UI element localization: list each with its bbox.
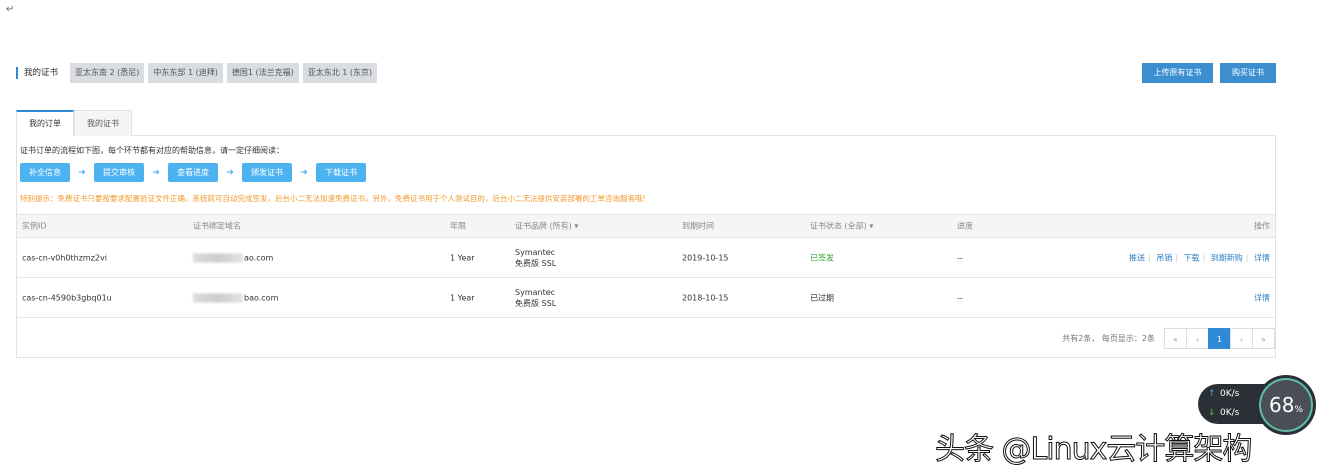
last-page-button[interactable]: » xyxy=(1252,328,1275,349)
col-actions: 操作 xyxy=(1254,221,1270,231)
progress: -- xyxy=(957,253,963,262)
period: 1 Year xyxy=(450,253,475,262)
memory-percent: 68 xyxy=(1268,393,1295,417)
progress: -- xyxy=(957,293,963,302)
tabs: 我的订单 我的证书 xyxy=(16,110,132,136)
flow-intro: 证书订单的流程如下图，每个环节都有对应的帮助信息，请一定仔细阅读： xyxy=(20,146,284,155)
next-page-button[interactable]: › xyxy=(1230,328,1253,349)
tab-my-orders[interactable]: 我的订单 xyxy=(16,110,74,136)
row-actions: 推送 | 吊销 | 下载 | 到期新购 | 详情 xyxy=(1129,253,1270,262)
step-issue-cert[interactable]: 颁发证书 xyxy=(242,163,292,182)
arrow-right-icon: ➜ xyxy=(78,167,86,178)
watermark: 头条 @Linux云计算架构 xyxy=(934,432,1252,468)
details-link[interactable]: 详情 xyxy=(1254,253,1270,262)
download-speed: 0K/s xyxy=(1220,408,1240,418)
table-header: 实例ID 证书绑定域名 年限 证书品牌 (所有) ▾ 到期时间 证书状态 (全部… xyxy=(17,214,1275,238)
push-link[interactable]: 推送 xyxy=(1129,253,1145,262)
period: 1 Year xyxy=(450,293,475,302)
blurred-region xyxy=(193,293,243,302)
brand-name: Symantec xyxy=(515,247,556,257)
page-1-button[interactable]: 1 xyxy=(1208,328,1231,349)
row-actions: 详情 xyxy=(1254,292,1270,303)
step-submit-review[interactable]: 提交审核 xyxy=(94,163,144,182)
domain-text: bao.com xyxy=(244,293,279,302)
arrow-right-icon: ➜ xyxy=(226,167,234,178)
brand: Symantec 免费版 SSL xyxy=(515,247,556,269)
expiry: 2018-10-15 xyxy=(682,293,729,302)
renew-link[interactable]: 到期新购 xyxy=(1211,253,1243,262)
brand-name: Symantec xyxy=(515,287,556,297)
percent-sign: % xyxy=(1294,405,1303,415)
first-page-button[interactable]: « xyxy=(1164,328,1187,349)
download-link[interactable]: 下载 xyxy=(1184,253,1200,262)
details-link[interactable]: 详情 xyxy=(1254,293,1270,302)
cert-table: 实例ID 证书绑定域名 年限 证书品牌 (所有) ▾ 到期时间 证书状态 (全部… xyxy=(17,214,1275,318)
memory-usage-gauge[interactable]: 68% xyxy=(1256,375,1316,435)
return-mark: ↵ xyxy=(6,4,15,15)
col-instance-id: 实例ID xyxy=(22,221,47,231)
table-row: cas-cn-v0h0thzmz2vi ao.com 1 Year Symant… xyxy=(17,238,1275,278)
col-progress: 进度 xyxy=(957,221,973,231)
domain: ao.com xyxy=(193,253,273,262)
upload-arrow-icon: ↑ xyxy=(1208,389,1216,399)
step-download-cert[interactable]: 下载证书 xyxy=(316,163,366,182)
col-expiry: 到期时间 xyxy=(682,221,714,231)
step-complete-info[interactable]: 补全信息 xyxy=(20,163,70,182)
status-badge: 已过期 xyxy=(810,293,834,302)
my-cert-label: 我的证书 xyxy=(16,67,58,79)
revoke-link[interactable]: 吊销 xyxy=(1156,253,1172,262)
col-brand-filter[interactable]: 证书品牌 (所有) ▾ xyxy=(515,221,578,232)
table-row: cas-cn-4590b3gbq01u bao.com 1 Year Syman… xyxy=(17,278,1275,318)
region-tab-tokyo[interactable]: 亚太东北 1 (东京) xyxy=(302,63,378,83)
col-status-filter[interactable]: 证书状态 (全部) ▾ xyxy=(810,221,873,232)
status-badge: 已签发 xyxy=(810,253,834,262)
col-domain: 证书绑定域名 xyxy=(193,221,241,231)
instance-id: cas-cn-4590b3gbq01u xyxy=(22,293,112,302)
region-tab-sydney[interactable]: 亚太东南 2 (悉尼) xyxy=(70,63,145,83)
flow-steps: 补全信息 ➜ 提交审核 ➜ 查看进度 ➜ 颁发证书 ➜ 下载证书 xyxy=(20,163,366,182)
pagination: 共有2条， 每页显示：2条 « ‹ 1 › » xyxy=(1062,328,1275,349)
pagination-info: 共有2条， 每页显示：2条 xyxy=(1062,334,1155,343)
region-tab-dubai[interactable]: 中东东部 1 (迪拜) xyxy=(148,63,223,83)
region-tabs: 亚太东南 2 (悉尼) 中东东部 1 (迪拜) 德国1 (法兰克福) 亚太东北 … xyxy=(70,63,378,83)
col-period: 年限 xyxy=(450,221,466,231)
prev-page-button[interactable]: ‹ xyxy=(1186,328,1209,349)
upload-speed: 0K/s xyxy=(1220,389,1240,399)
blurred-region xyxy=(193,253,243,262)
step-check-progress[interactable]: 查看进度 xyxy=(168,163,218,182)
region-tab-frankfurt[interactable]: 德国1 (法兰克福) xyxy=(226,63,299,83)
brand: Symantec 免费版 SSL xyxy=(515,287,556,309)
instance-id: cas-cn-v0h0thzmz2vi xyxy=(22,253,107,262)
domain: bao.com xyxy=(193,293,278,302)
upload-cert-button[interactable]: 上传原有证书 xyxy=(1142,63,1213,83)
brand-type: 免费版 SSL xyxy=(515,258,557,268)
warning-text: 特别提示：免费证书只要按要求配置验证文件正确，系统就可自动完成签发，后台小二无法… xyxy=(20,194,646,203)
tab-my-certs[interactable]: 我的证书 xyxy=(74,110,132,136)
download-arrow-icon: ↓ xyxy=(1208,408,1216,418)
arrow-right-icon: ➜ xyxy=(152,167,160,178)
brand-type: 免费版 SSL xyxy=(515,298,557,308)
domain-text: ao.com xyxy=(244,253,274,262)
buy-cert-button[interactable]: 购买证书 xyxy=(1220,63,1276,83)
expiry: 2019-10-15 xyxy=(682,253,729,262)
arrow-right-icon: ➜ xyxy=(300,167,308,178)
